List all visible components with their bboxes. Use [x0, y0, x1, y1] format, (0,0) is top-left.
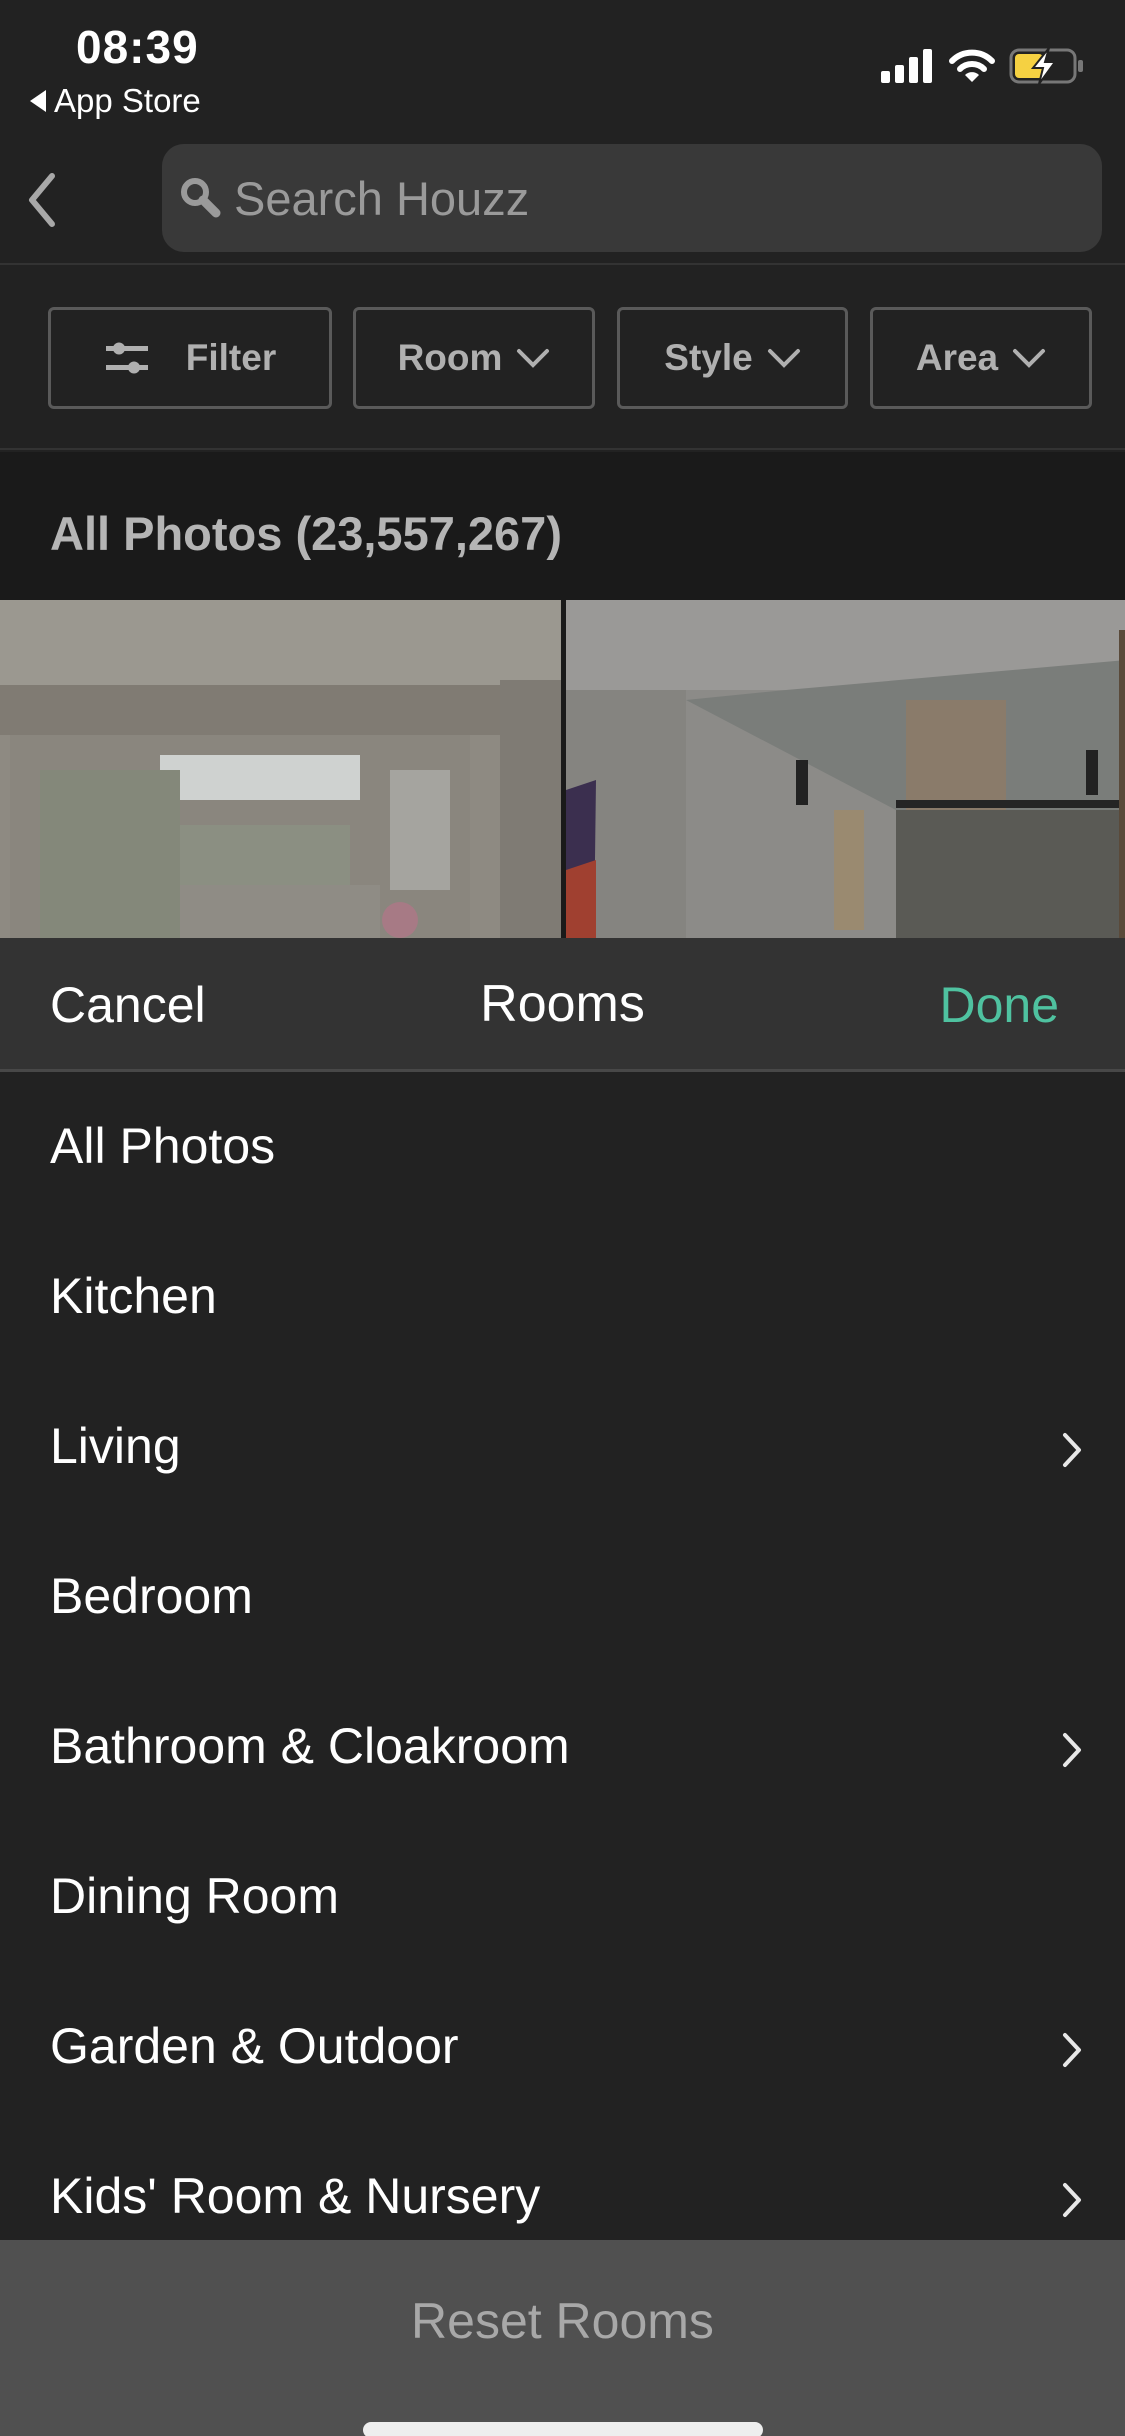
room-item-label: Kitchen: [50, 1268, 217, 1324]
filter-button[interactable]: Filter: [48, 307, 332, 409]
room-item-bedroom[interactable]: Bedroom: [0, 1525, 1125, 1675]
photo-kitchen[interactable]: [0, 600, 561, 938]
home-indicator[interactable]: [363, 2422, 763, 2436]
room-item-bathroom-cloakroom[interactable]: Bathroom & Cloakroom: [0, 1675, 1125, 1825]
nav-bar: [0, 130, 1125, 265]
reset-rooms-button[interactable]: Reset Rooms: [0, 2292, 1125, 2350]
search-bar[interactable]: [162, 144, 1102, 252]
done-button[interactable]: Done: [939, 976, 1059, 1034]
wifi-icon: [949, 49, 995, 82]
rooms-sheet-header: Cancel Rooms Done: [0, 938, 1125, 1072]
filter-label: Filter: [185, 337, 277, 378]
area-label: Area: [915, 337, 999, 378]
room-item-kitchen[interactable]: Kitchen: [0, 1225, 1125, 1375]
status-bar: 08:39 App Store: [0, 0, 1125, 130]
chevron-down-icon: [517, 349, 550, 368]
back-app-label: App Store: [54, 82, 201, 119]
area-dropdown[interactable]: Area: [870, 307, 1092, 409]
room-item-garden-outdoor[interactable]: Garden & Outdoor: [0, 1975, 1125, 2125]
living-photo-image: [566, 600, 1125, 938]
room-item-dining-room[interactable]: Dining Room: [0, 1825, 1125, 1975]
search-icon: [181, 178, 221, 218]
status-icons: [881, 48, 1085, 84]
room-item-label: All Photos: [50, 1118, 276, 1174]
photo-grid: [0, 600, 1125, 938]
cellular-signal-icon: [881, 49, 932, 83]
chevron-right-icon: [1063, 2183, 1081, 2217]
room-item-kids-room-nursery[interactable]: Kids' Room & Nursery: [0, 2125, 1125, 2240]
cancel-button[interactable]: Cancel: [50, 976, 206, 1034]
room-item-label: Living: [50, 1418, 181, 1474]
photos-count-title: All Photos (23,557,267): [50, 507, 562, 560]
style-dropdown[interactable]: Style: [617, 307, 848, 409]
chevron-left-icon[interactable]: [22, 170, 72, 230]
room-label: Room: [397, 337, 503, 378]
chevron-down-icon: [767, 349, 800, 368]
room-item-label: Kids' Room & Nursery: [50, 2168, 541, 2224]
back-to-app-store[interactable]: App Store: [30, 82, 201, 120]
reset-bar: Reset Rooms: [0, 2240, 1125, 2436]
back-triangle-icon: [30, 90, 46, 112]
search-input[interactable]: [234, 170, 1054, 226]
room-item-living[interactable]: Living: [0, 1375, 1125, 1525]
battery-charging-icon: [1009, 48, 1083, 84]
kitchen-photo-image: [0, 600, 561, 938]
filter-bar: Filter Room Style Area: [0, 267, 1125, 450]
room-dropdown[interactable]: Room: [353, 307, 595, 409]
sliders-icon: [105, 342, 148, 374]
photos-count-header: All Photos (23,557,267): [0, 452, 1125, 600]
room-item-label: Bathroom & Cloakroom: [50, 1718, 570, 1774]
style-label: Style: [664, 337, 753, 378]
photo-living[interactable]: [566, 600, 1125, 938]
room-item-label: Dining Room: [50, 1868, 340, 1924]
room-item-all-photos[interactable]: All Photos: [0, 1075, 1125, 1225]
chevron-right-icon: [1063, 2033, 1081, 2067]
chevron-down-icon: [1013, 349, 1046, 368]
chevron-right-icon: [1063, 1733, 1081, 1767]
rooms-list: All Photos Kitchen Living Bedroom Bathro…: [0, 1075, 1125, 2240]
status-time: 08:39: [76, 21, 199, 73]
chevron-right-icon: [1063, 1433, 1081, 1467]
room-item-label: Bedroom: [50, 1568, 253, 1624]
room-item-label: Garden & Outdoor: [50, 2018, 459, 2074]
